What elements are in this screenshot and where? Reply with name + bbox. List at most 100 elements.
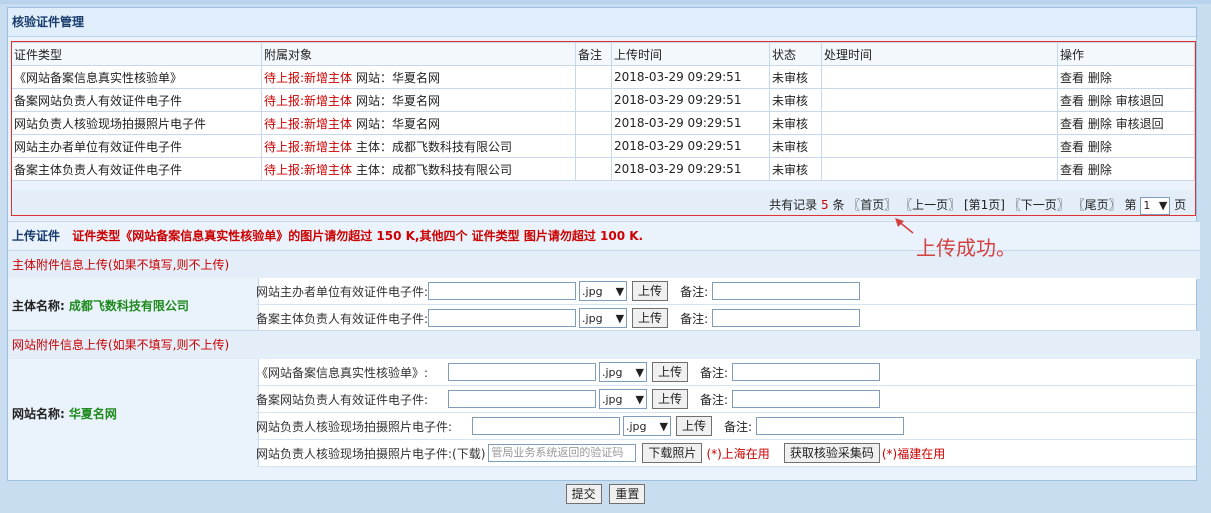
cell-ops[interactable]: 查看 删除: [1057, 65, 1195, 89]
site-upload-row-1: 《网站备案信息真实性核验单》: .jpg ▼ 上传 备注:: [256, 359, 1196, 386]
cell-remark: [575, 111, 612, 135]
remark-input[interactable]: [712, 282, 861, 300]
upload-row-label: 网站主办者单位有效证件电子件:: [256, 284, 429, 299]
col-header-object: 附属对象: [261, 42, 576, 66]
cell-ops[interactable]: 查看 删除: [1057, 157, 1195, 181]
fetch-code-button[interactable]: 获取核验采集码: [783, 443, 880, 463]
cell-ops[interactable]: 查看 删除: [1057, 134, 1195, 158]
success-annotation: 上传成功。: [916, 236, 1016, 260]
file-input[interactable]: [428, 309, 577, 327]
site-upload-row-2: 备案网站负责人有效证件电子件: .jpg ▼ 上传 备注:: [256, 386, 1196, 413]
last-page-link[interactable]: 〖尾页〗: [1073, 198, 1121, 212]
top-strip: [0, 0, 1211, 4]
ext-select[interactable]: .jpg ▼: [599, 362, 647, 382]
pending-status-tag: 待上报:新增主体: [264, 116, 353, 131]
cell-handled-time: [821, 88, 1058, 112]
file-input[interactable]: [472, 417, 620, 435]
ext-select[interactable]: .jpg ▼: [579, 281, 628, 301]
site-photo-row: 网站负责人核验现场拍摄照片电子件:(下载) 管局业务系统返回的验证码 下载照片 …: [256, 440, 1196, 467]
page-select[interactable]: 1 ▼: [1140, 197, 1171, 215]
ext-value: .jpg: [626, 419, 647, 433]
cell-type: 网站负责人核验现场拍摄照片电子件: [11, 111, 262, 135]
subject-section-heading: 主体附件信息上传(如果不填写,则不上传): [8, 250, 1200, 280]
object-name: 主体：成都飞数科技有限公司: [356, 162, 513, 177]
site-section-heading: 网站附件信息上传(如果不填写,则不上传): [8, 330, 1200, 360]
cell-upload-time: 2018-03-29 09:29:51: [611, 111, 770, 135]
upload-header: 上传证件 证件类型《网站备案信息真实性核验单》的图片请勿超过 150 K,其他四…: [8, 221, 1200, 250]
remark-label: 备注:: [700, 365, 729, 380]
pending-status-tag: 待上报:新增主体: [264, 70, 353, 85]
submit-button[interactable]: 提交: [565, 484, 602, 504]
cell-type: 备案网站负责人有效证件电子件: [11, 88, 262, 112]
cell-object: 待上报:新增主体 网站：华夏名网: [261, 111, 576, 135]
cell-state: 未审核: [769, 65, 822, 89]
prev-page-link[interactable]: 〖上一页〗: [900, 198, 960, 212]
ext-select[interactable]: .jpg ▼: [599, 389, 647, 409]
goto-suffix: 页: [1174, 198, 1187, 212]
cell-object: 待上报:新增主体 主体：成都飞数科技有限公司: [261, 157, 576, 181]
subject-name-label: 主体名称: 成都飞数科技有限公司: [8, 278, 259, 332]
site-upload-row-3: 网站负责人核验现场拍摄照片电子件: .jpg ▼ 上传 备注:: [256, 413, 1196, 440]
file-input[interactable]: [428, 282, 577, 300]
remark-label: 备注:: [700, 392, 729, 407]
cell-object: 待上报:新增主体 主体：成都飞数科技有限公司: [261, 134, 576, 158]
cell-state: 未审核: [769, 111, 822, 135]
col-header-state: 状态: [769, 42, 822, 66]
remark-input[interactable]: [732, 390, 881, 408]
table-row: 《网站备案信息真实性核验单》 待上报:新增主体 网站：华夏名网 2018-03-29 …: [11, 65, 1195, 89]
upload-button[interactable]: 上传: [676, 416, 713, 436]
cell-remark: [575, 157, 612, 181]
first-page-link[interactable]: 〖首页〗: [848, 198, 896, 212]
panel-title: 核验证件管理: [8, 8, 1196, 37]
table-row: 备案主体负责人有效证件电子件 待上报:新增主体 主体：成都飞数科技有限公司 2018-…: [11, 157, 1195, 181]
upload-size-note: 证件类型《网站备案信息真实性核验单》的图片请勿超过 150 K,其他四个 证件类…: [72, 229, 644, 243]
file-input[interactable]: [448, 390, 596, 408]
cell-remark: [575, 134, 612, 158]
pending-status-tag: 待上报:新增主体: [264, 139, 353, 154]
upload-button[interactable]: 上传: [632, 281, 669, 301]
cell-object: 待上报:新增主体 网站：华夏名网: [261, 88, 576, 112]
photo-row-label: 网站负责人核验现场拍摄照片电子件:(下载): [256, 446, 486, 461]
cell-type: 网站主办者单位有效证件电子件: [11, 134, 262, 158]
cell-type: 《网站备案信息真实性核验单》: [11, 65, 262, 89]
cell-state: 未审核: [769, 157, 822, 181]
next-page-link[interactable]: 〖下一页〗: [1009, 198, 1069, 212]
chevron-down-icon: ▼: [615, 311, 625, 325]
cell-upload-time: 2018-03-29 09:29:51: [611, 134, 770, 158]
cell-ops[interactable]: 查看 删除 审核退回: [1057, 88, 1195, 112]
table-row: 备案网站负责人有效证件电子件 待上报:新增主体 网站：华夏名网 2018-03-29 …: [11, 88, 1195, 112]
ext-value: .jpg: [582, 284, 603, 298]
verify-code-input[interactable]: 管局业务系统返回的验证码: [488, 444, 637, 462]
pager: 共有记录 5 条 〖首页〗 〖上一页〗 [第1页] 〖下一页〗 〖尾页〗 第 1…: [11, 190, 1194, 220]
upload-button[interactable]: 上传: [632, 308, 669, 328]
current-page: [第1页]: [963, 198, 1005, 212]
remark-input[interactable]: [756, 417, 905, 435]
ext-value: .jpg: [602, 365, 623, 379]
cell-state: 未审核: [769, 88, 822, 112]
file-input[interactable]: [448, 363, 596, 381]
goto-prefix: 第: [1124, 198, 1137, 212]
upload-button[interactable]: 上传: [652, 389, 689, 409]
object-name: 网站：华夏名网: [356, 116, 441, 131]
reset-button[interactable]: 重置: [609, 484, 646, 504]
table-row: 网站负责人核验现场拍摄照片电子件 待上报:新增主体 网站：华夏名网 2018-03-2…: [11, 111, 1195, 135]
cell-ops[interactable]: 查看 删除 审核退回: [1057, 111, 1195, 135]
remark-input[interactable]: [712, 309, 861, 327]
download-photo-button[interactable]: 下载照片: [642, 443, 703, 463]
cell-handled-time: [821, 111, 1058, 135]
col-header-ops: 操作: [1057, 42, 1195, 66]
ext-select[interactable]: .jpg ▼: [623, 416, 671, 436]
cell-upload-time: 2018-03-29 09:29:51: [611, 88, 770, 112]
cell-state: 未审核: [769, 134, 822, 158]
ext-value: .jpg: [602, 392, 623, 406]
cell-object: 待上报:新增主体 网站：华夏名网: [261, 65, 576, 89]
remark-input[interactable]: [732, 363, 881, 381]
shanghai-note: (*)上海在用: [706, 446, 770, 461]
upload-row-label: 备案主体负责人有效证件电子件:: [256, 311, 429, 326]
table-row: 网站主办者单位有效证件电子件 待上报:新增主体 主体：成都飞数科技有限公司 2018-…: [11, 134, 1195, 158]
ext-value: .jpg: [582, 311, 603, 325]
ext-select[interactable]: .jpg ▼: [579, 308, 628, 328]
cert-management-panel: 核验证件管理 证件类型 附属对象 备注 上传时间 状态 处理时间 操作 《网站备…: [7, 7, 1200, 481]
cert-table: 证件类型 附属对象 备注 上传时间 状态 处理时间 操作 《网站备案信息真实性核…: [11, 42, 1195, 181]
upload-button[interactable]: 上传: [652, 362, 689, 382]
